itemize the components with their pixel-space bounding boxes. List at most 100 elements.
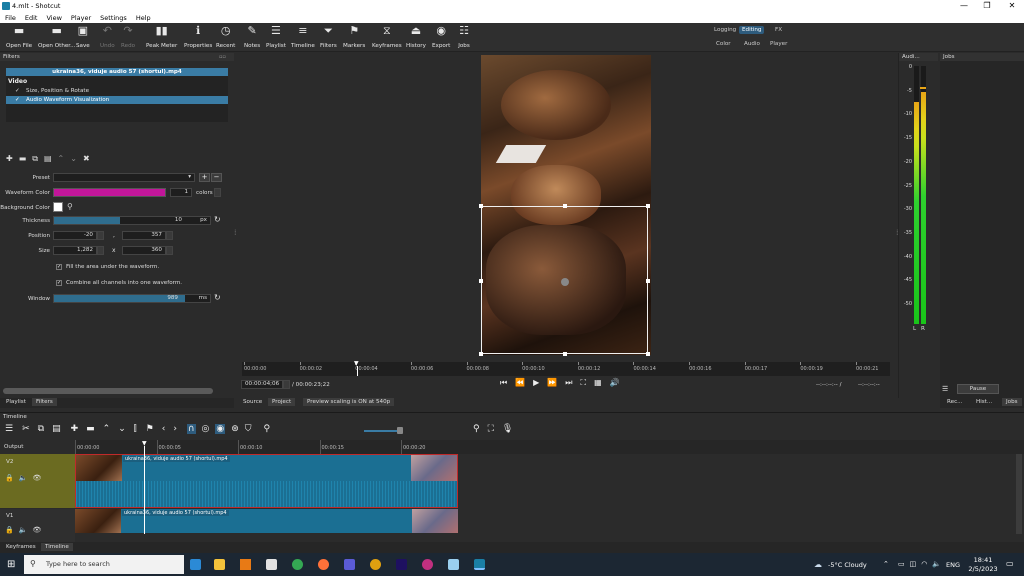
timeline-playhead[interactable]	[144, 446, 145, 534]
jobs-menu-icon[interactable]: ☰	[942, 385, 948, 393]
pause-jobs-button[interactable]: Pause	[957, 384, 999, 394]
paste-filter-icon[interactable]: ▤	[44, 154, 52, 163]
toggle-zoom-icon[interactable]: ⛶	[581, 378, 587, 387]
waveform-color-swatch[interactable]	[53, 188, 166, 197]
mute-icon[interactable]: 🔈	[19, 474, 28, 482]
shotcut-taskbar-icon[interactable]	[474, 559, 485, 570]
wifi-icon[interactable]: ◠	[921, 560, 927, 568]
menu-help[interactable]: Help	[131, 12, 155, 22]
toolbar-redo-button[interactable]: ↷ Redo	[121, 25, 135, 50]
toolbar-jobs-button[interactable]: ☷ Jobs	[458, 25, 470, 50]
file-explorer-icon[interactable]	[214, 559, 225, 570]
minimize-button[interactable]: —	[952, 0, 976, 12]
size-height-input[interactable]: 360	[122, 246, 166, 255]
toolbar-export-button[interactable]: ◉ Export	[432, 25, 450, 50]
transform-handle[interactable]	[646, 279, 650, 283]
delete-preset-button[interactable]: −	[211, 173, 222, 182]
panel-float-icon[interactable]: ▫▫	[219, 54, 226, 60]
transform-handle[interactable]	[646, 352, 650, 356]
position-x-spinner[interactable]	[97, 231, 104, 240]
toolbar-undo-button[interactable]: ↶ Undo	[100, 25, 115, 50]
tab-keyframes[interactable]: Keyframes	[2, 543, 40, 551]
transform-handle[interactable]	[479, 204, 483, 208]
notifications-icon[interactable]: ▭	[1006, 559, 1014, 568]
scroll-left-icon[interactable]: ⁞	[234, 228, 237, 237]
filter-item-audio-waveform[interactable]: ✓ Audio Waveform Visualization	[6, 96, 228, 104]
tab-source[interactable]: Source	[239, 398, 266, 406]
tab-playlist[interactable]: Playlist	[2, 398, 30, 406]
ripple-icon[interactable]: ◉	[215, 424, 226, 434]
windows-start-icon[interactable]: ⊞	[7, 559, 15, 570]
layout-color[interactable]: Color	[713, 40, 734, 48]
mute-icon[interactable]: 🔈	[19, 526, 28, 534]
play-icon[interactable]: ▶	[533, 378, 539, 387]
snap-icon[interactable]: ∩	[186, 424, 196, 434]
toolbar-save-button[interactable]: ▣ Save	[76, 25, 90, 50]
preset-select[interactable]: ▾	[53, 173, 195, 182]
language-indicator[interactable]: ENG	[946, 561, 960, 569]
ripple-delete-icon[interactable]: ▬	[86, 424, 95, 434]
reset-thickness-icon[interactable]: ↻	[214, 215, 221, 224]
fill-area-checkbox[interactable]: ✓	[56, 264, 62, 270]
paste-icon[interactable]: ▤	[52, 424, 61, 434]
timeline-ruler[interactable]: 00:00:00 00:00:05 00:00:10 00:00:15 00:00:20	[75, 440, 1024, 454]
clock-time[interactable]: 18:41	[970, 556, 996, 564]
transform-handle[interactable]	[479, 279, 483, 283]
filter-check[interactable]: ✓	[15, 87, 20, 95]
toolbar-peak-meter-button[interactable]: ▮▮ Peak Meter	[146, 25, 177, 50]
layout-fx[interactable]: FX	[772, 26, 785, 34]
zoom-in-icon[interactable]: ⚲	[473, 424, 480, 434]
transform-handle[interactable]	[563, 204, 567, 208]
clock-date[interactable]: 2/5/2023	[966, 565, 1000, 573]
toolbar-recent-button[interactable]: ◷ Recent	[216, 25, 235, 50]
toolbar-history-button[interactable]: ⏏ History	[406, 25, 426, 50]
toolbar-open-file-button[interactable]: ▬ Open File	[6, 25, 32, 50]
zoom-fit-icon[interactable]: ⛶	[488, 424, 494, 434]
toolbar-open-other-button[interactable]: ▬ Open Other...	[38, 25, 75, 50]
app-icon[interactable]	[448, 559, 459, 570]
track-header-v2[interactable]: V2 🔒 🔈 👁	[0, 454, 75, 508]
eyedropper-icon[interactable]: ⚲	[67, 202, 73, 211]
layout-player[interactable]: Player	[767, 40, 790, 48]
tab-filters[interactable]: Filters	[32, 398, 57, 406]
position-y-spinner[interactable]	[166, 231, 173, 240]
edge-icon[interactable]	[190, 559, 201, 570]
background-color-swatch[interactable]	[53, 202, 63, 212]
vlc-icon[interactable]	[240, 559, 251, 570]
colors-spinner[interactable]	[214, 188, 221, 197]
save-preset-button[interactable]: +	[199, 173, 210, 182]
size-width-spinner[interactable]	[97, 246, 104, 255]
eye-icon[interactable]: 👁	[32, 474, 41, 482]
toolbar-properties-button[interactable]: ℹ Properties	[184, 25, 212, 50]
filters-horizontal-scrollbar[interactable]	[3, 388, 213, 394]
lift-icon[interactable]: ⌃	[103, 424, 111, 434]
tab-history[interactable]: Hist...	[972, 398, 996, 406]
fast-forward-icon[interactable]: ⏩	[547, 378, 557, 387]
app-icon[interactable]	[422, 559, 433, 570]
network-icon[interactable]: ▭	[898, 560, 905, 568]
tray-icon[interactable]: ◫	[910, 560, 917, 568]
app-icon[interactable]	[344, 559, 355, 570]
maximize-button[interactable]: ❐	[975, 0, 999, 12]
skip-next-icon[interactable]: ⏭	[565, 378, 572, 387]
filter-item-size-position-rotate[interactable]: ✓ Size, Position & Rotate	[6, 87, 228, 95]
thickness-slider[interactable]: 10 px	[53, 216, 211, 225]
weather-text[interactable]: -5°C Cloudy	[828, 561, 867, 569]
colors-count[interactable]: 1	[170, 188, 192, 197]
remove-filter-icon[interactable]: ▬	[19, 154, 27, 163]
lock-icon[interactable]: 🔒	[5, 526, 14, 534]
transform-handle[interactable]	[479, 352, 483, 356]
previous-marker-icon[interactable]: ‹	[162, 424, 166, 434]
overwrite-icon[interactable]: ⌄	[118, 424, 126, 434]
move-up-icon[interactable]: ⌃	[58, 154, 65, 163]
add-marker-icon[interactable]: ⚑	[146, 424, 154, 434]
toolbar-keyframes-button[interactable]: ⧖ Keyframes	[372, 25, 402, 50]
taskbar-search-box[interactable]: ⚲ Type here to search	[24, 555, 184, 574]
toolbar-notes-button[interactable]: ✎ Notes	[244, 25, 260, 50]
copy-filter-icon[interactable]: ⧉	[32, 154, 38, 163]
time-spinner[interactable]	[283, 380, 290, 389]
ripple-markers-icon[interactable]: ⛉	[245, 424, 252, 434]
tab-project[interactable]: Project	[268, 398, 296, 406]
lock-icon[interactable]: 🔒	[5, 474, 14, 482]
rewind-icon[interactable]: ⏪	[515, 378, 525, 387]
